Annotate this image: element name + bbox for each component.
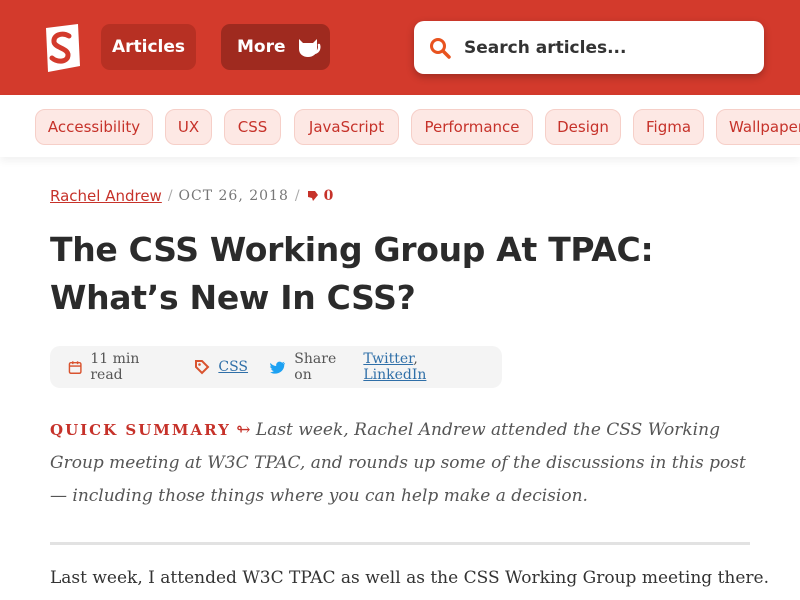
nav-more-button[interactable]: More	[221, 24, 330, 70]
nav-articles-label: Articles	[111, 37, 186, 57]
article-tag: CSS	[194, 359, 248, 375]
publish-date: OCT 26, 2018	[178, 188, 289, 204]
search-icon	[430, 37, 451, 59]
smashing-magazine-logo-icon[interactable]	[40, 22, 86, 74]
meta-separator: /	[294, 188, 300, 204]
share-comma: ,	[413, 351, 418, 367]
search-field[interactable]: Search articles...	[414, 21, 764, 74]
tag-wallpapers[interactable]: Wallpapers	[716, 109, 800, 145]
share-twitter-link[interactable]: Twitter	[363, 351, 413, 367]
tag-ux[interactable]: UX	[165, 109, 212, 145]
share-links: Share on Twitter, LinkedIn	[270, 351, 480, 383]
quick-summary-label: QUICK SUMMARY	[50, 421, 231, 439]
tag-accessibility[interactable]: Accessibility	[35, 109, 153, 145]
nav-more-label: More	[237, 37, 286, 57]
author-link[interactable]: Rachel Andrew	[50, 187, 162, 205]
share-prefix: Share on	[294, 351, 337, 383]
site-header: Articles More Search articles...	[0, 0, 800, 95]
read-time-label: 11 min read	[90, 351, 140, 383]
article-paragraph: Last week, I attended W3C TPAC as well a…	[50, 568, 769, 588]
comment-icon	[307, 191, 318, 201]
nav-articles-button[interactable]: Articles	[101, 24, 196, 70]
article-info-box: 11 min read CSS Share on Twitter, Linked…	[50, 346, 502, 388]
search-input[interactable]: Search articles...	[464, 38, 626, 58]
tag-performance[interactable]: Performance	[411, 109, 533, 145]
cat-icon	[298, 39, 320, 57]
comments-count: 0	[323, 188, 334, 204]
category-tag-bar: Accessibility UX CSS JavaScript Performa…	[0, 95, 800, 157]
share-linkedin-link[interactable]: LinkedIn	[363, 367, 426, 383]
read-time: 11 min read	[68, 351, 172, 383]
tag-icon	[195, 360, 210, 375]
summary-arrow-icon: ↬	[236, 420, 251, 440]
page-title: The CSS Working Group At TPAC: What’s Ne…	[50, 230, 654, 317]
meta-separator: /	[167, 188, 173, 204]
tag-figma[interactable]: Figma	[633, 109, 704, 145]
calendar-icon	[68, 360, 82, 374]
quick-summary: QUICK SUMMARY ↬ Last week, Rachel Andrew…	[50, 414, 760, 513]
article-meta: Rachel Andrew / OCT 26, 2018 / 0	[50, 185, 333, 207]
tag-design[interactable]: Design	[545, 109, 621, 145]
tag-css[interactable]: CSS	[224, 109, 281, 145]
comments-link[interactable]: 0	[306, 188, 334, 204]
twitter-icon	[270, 361, 286, 374]
divider	[50, 542, 750, 545]
article-tag-link[interactable]: CSS	[218, 359, 248, 375]
tag-javascript[interactable]: JavaScript	[294, 109, 399, 145]
